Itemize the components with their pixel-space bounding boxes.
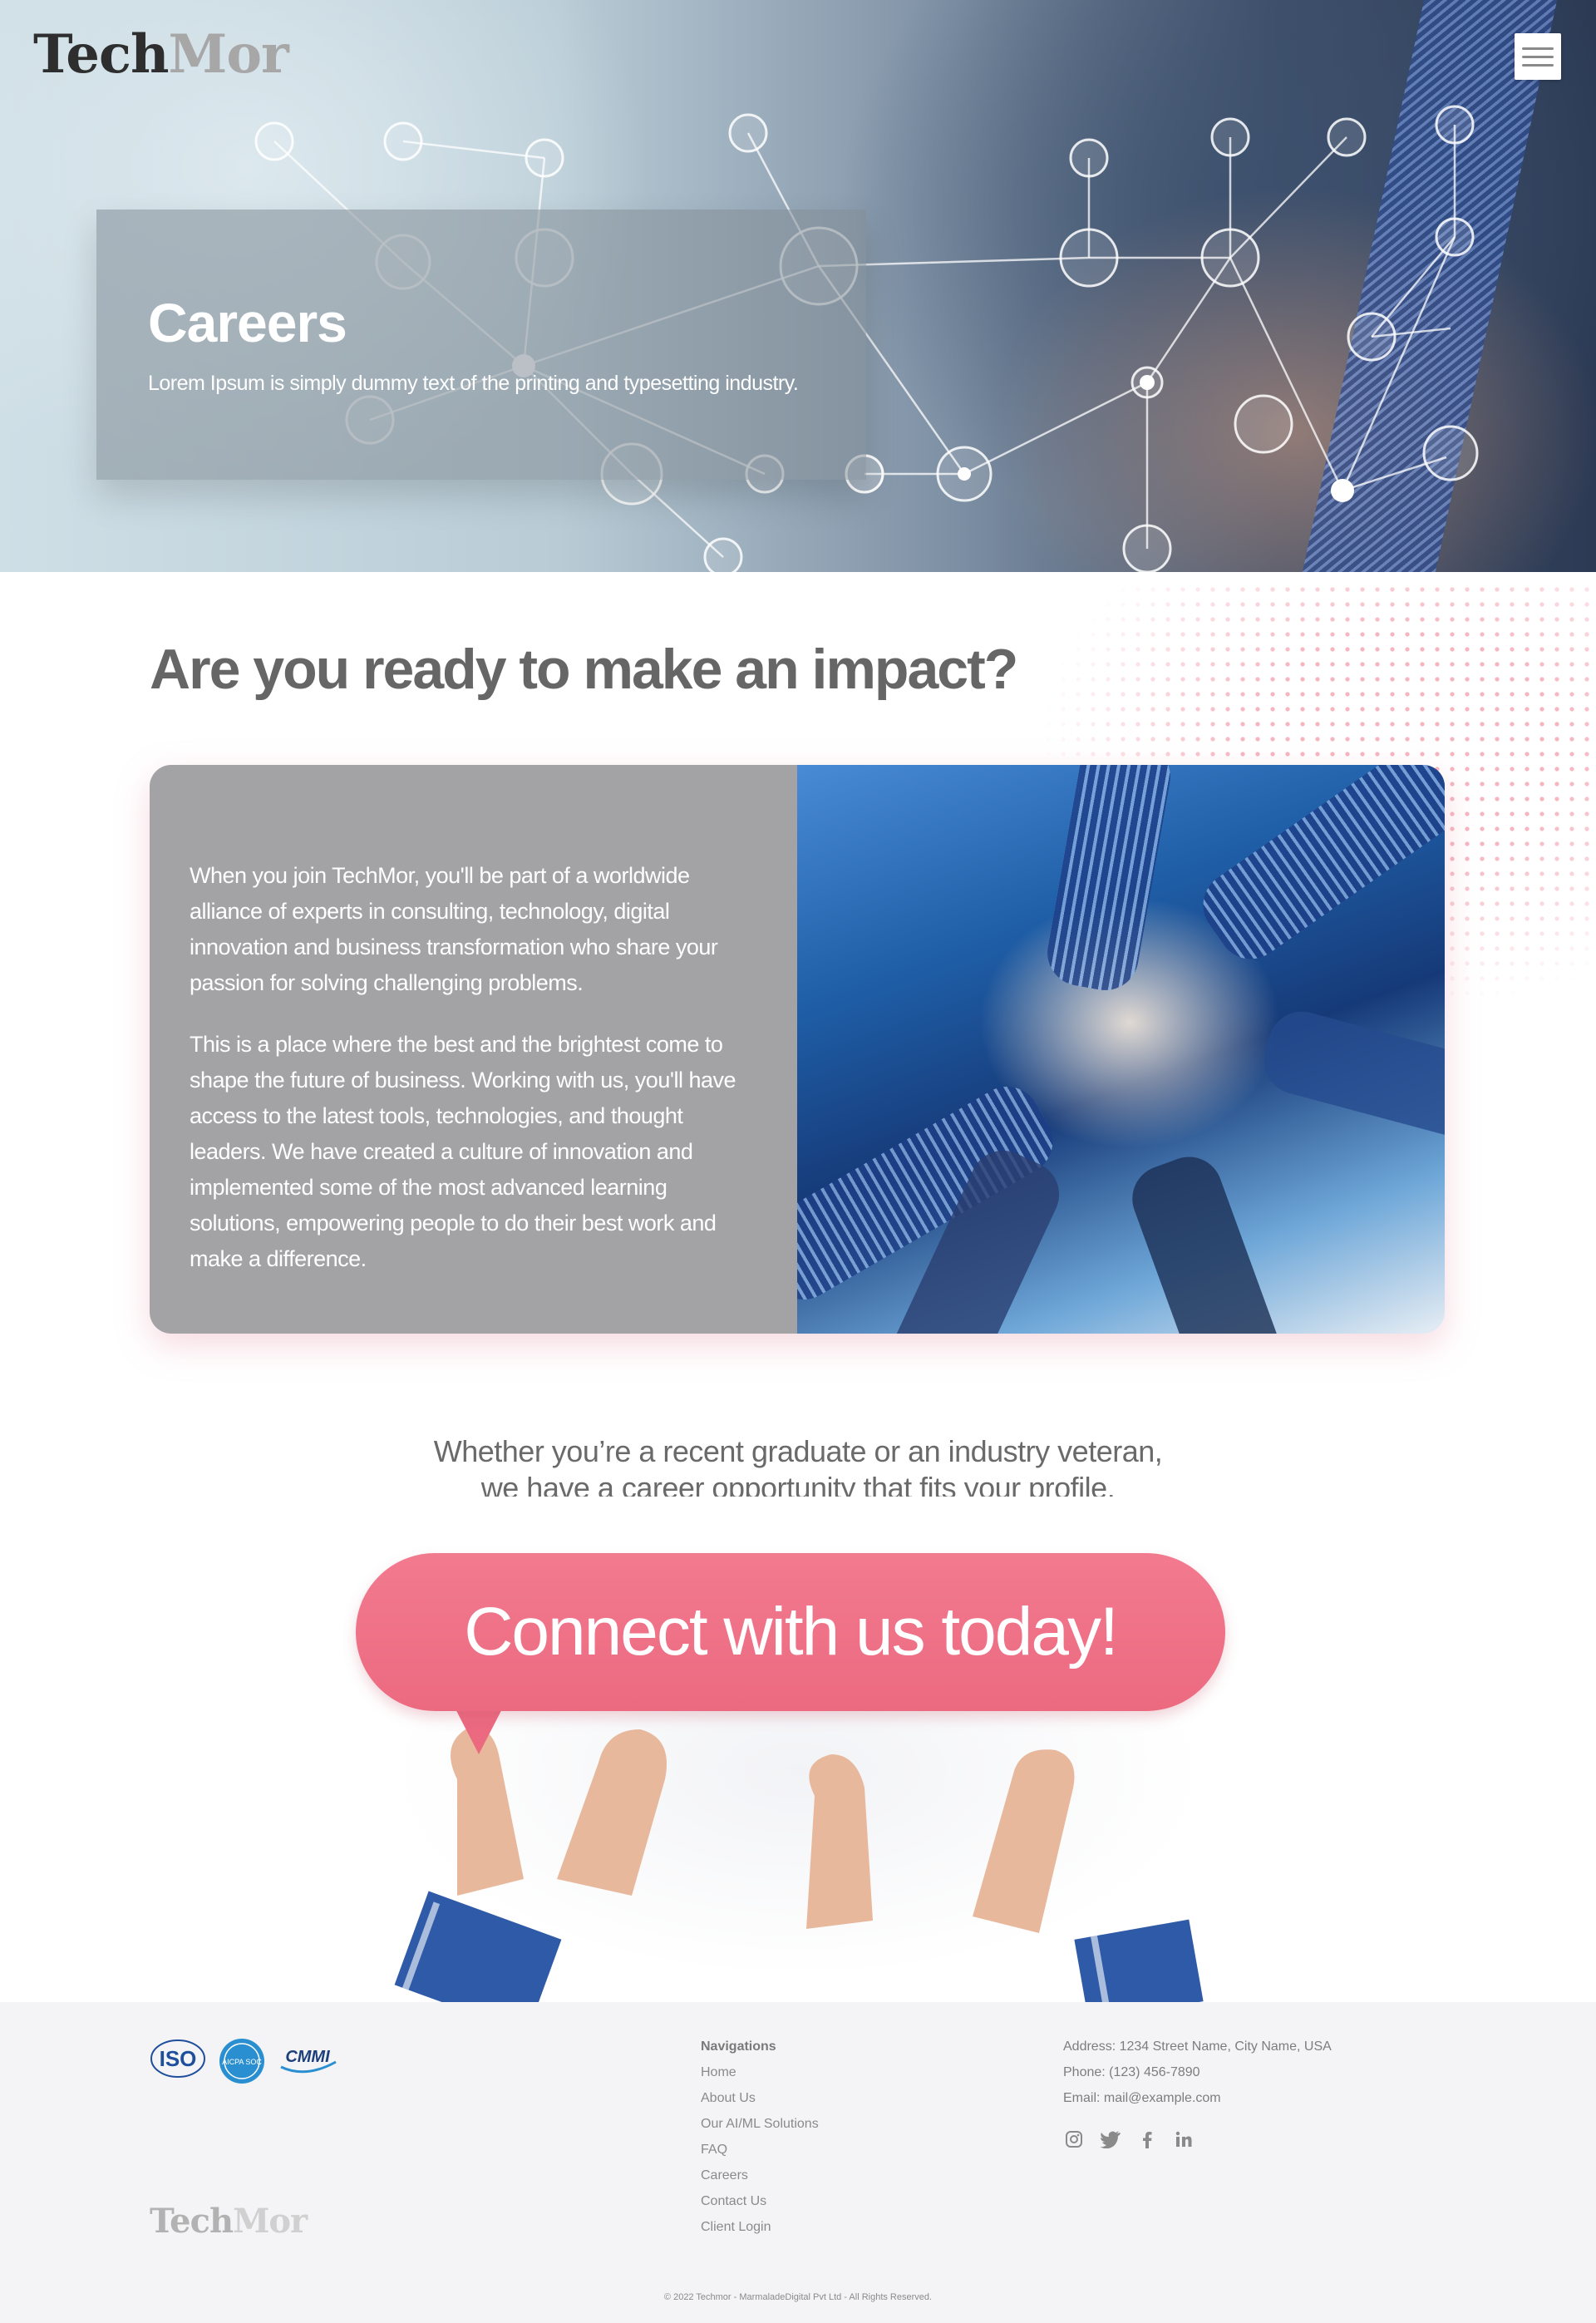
site-footer: ISO AICPA SOC CMMI TechMor Navigations H… <box>0 2002 1596 2323</box>
impact-paragraph-2: This is a place where the best and the b… <box>190 1032 736 1271</box>
aicpa-soc-badge-icon: AICPA SOC <box>219 2039 264 2084</box>
menu-line <box>1522 55 1554 58</box>
page-title: Careers <box>148 292 347 353</box>
impact-heading: Are you ready to make an impact? <box>150 638 1018 701</box>
cta-message: Whether you’re a recent graduate or an i… <box>0 1433 1596 1507</box>
cta-line-1: Whether you’re a recent graduate or an i… <box>433 1434 1163 1468</box>
menu-line <box>1522 63 1554 67</box>
cmmi-badge-label: CMMI <box>285 2048 330 2066</box>
connect-cta-label: Connect with us today! <box>464 1594 1119 1670</box>
footer-address: Address: 1234 Street Name, City Name, US… <box>1063 2039 1332 2054</box>
footer-logo[interactable]: TechMor <box>150 2202 308 2241</box>
footer-logo-text-primary: Tech <box>150 2202 234 2241</box>
impact-text-panel: When you join TechMor, you'll be part of… <box>150 765 797 1334</box>
connect-cta-button[interactable]: Connect with us today! <box>356 1553 1225 1711</box>
menu-line <box>1522 47 1554 50</box>
footer-navigation: Navigations Home About Us Our AI/ML Solu… <box>701 2034 819 2240</box>
footer-link-careers[interactable]: Careers <box>701 2163 819 2188</box>
footer-link-client-login[interactable]: Client Login <box>701 2214 819 2240</box>
site-logo[interactable]: TechMor <box>33 28 289 81</box>
footer-contact-info: Address: 1234 Street Name, City Name, US… <box>1063 2034 1332 2111</box>
footer-phone[interactable]: Phone: (123) 456-7890 <box>1063 2059 1332 2085</box>
logo-text-primary: Tech <box>33 23 169 86</box>
footer-link-home[interactable]: Home <box>701 2059 819 2085</box>
footer-link-about-us[interactable]: About Us <box>701 2085 819 2111</box>
impact-card: When you join TechMor, you'll be part of… <box>150 765 1445 1334</box>
footer-logo-text-secondary: Mor <box>233 2202 308 2241</box>
footer-link-ai-ml-solutions[interactable]: Our AI/ML Solutions <box>701 2111 819 2137</box>
footer-link-faq[interactable]: FAQ <box>701 2137 819 2163</box>
iso-badge-label: ISO <box>160 2046 197 2071</box>
page-subtitle: Lorem Ipsum is simply dummy text of the … <box>148 372 799 395</box>
copyright-notice: © 2022 Techmor - MarmaladeDigital Pvt Lt… <box>663 2292 933 2302</box>
instagram-icon[interactable] <box>1063 2128 1085 2150</box>
teamwork-hands-image <box>797 765 1445 1334</box>
social-links <box>1063 2128 1195 2150</box>
cmmi-badge-icon: CMMI <box>280 2048 337 2074</box>
linkedin-icon[interactable] <box>1173 2128 1195 2150</box>
facebook-icon[interactable] <box>1136 2128 1158 2150</box>
footer-email[interactable]: Email: mail@example.com <box>1063 2085 1332 2111</box>
footer-link-contact-us[interactable]: Contact Us <box>701 2188 819 2214</box>
aicpa-badge-label: AICPA SOC <box>222 2058 262 2066</box>
impact-paragraph-1: When you join TechMor, you'll be part of… <box>190 863 718 995</box>
logo-text-secondary: Mor <box>168 23 289 86</box>
iso-badge-icon: ISO <box>150 2039 205 2078</box>
footer-nav-title: Navigations <box>701 2039 776 2054</box>
hamburger-menu-icon[interactable] <box>1515 33 1561 80</box>
twitter-icon[interactable] <box>1100 2128 1121 2150</box>
hero-banner: TechMor Careers Lorem Ipsum is simply du… <box>0 0 1596 572</box>
